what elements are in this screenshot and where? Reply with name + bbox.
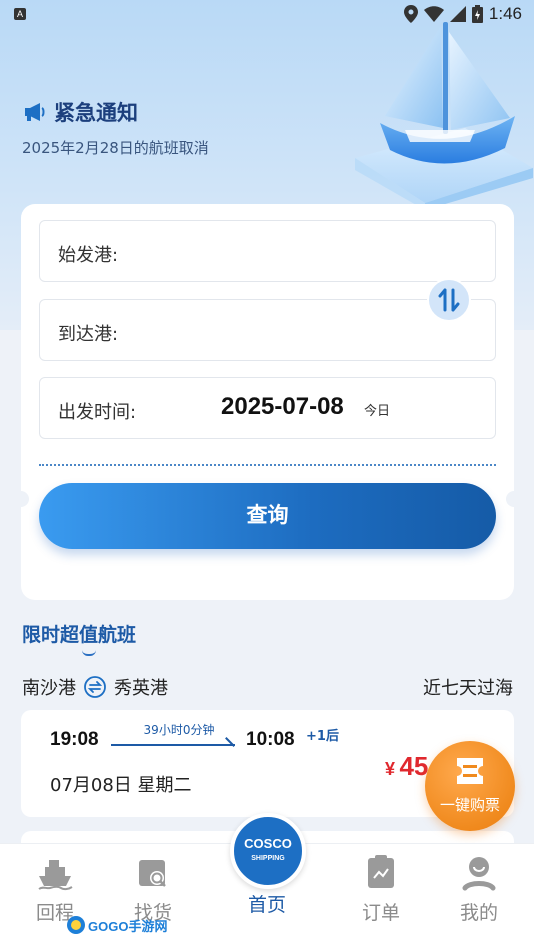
duration-line xyxy=(111,744,235,746)
ship-icon xyxy=(38,860,73,891)
search-card: 始发港: 到达港: 出发时间: 2025-07-08 今日 查询 xyxy=(13,204,522,600)
route-selector[interactable]: 南沙港 秀英港 xyxy=(22,674,168,700)
swap-ports-button[interactable] xyxy=(427,278,471,322)
departure-date-label: 出发时间: xyxy=(58,402,137,423)
departure-date-value: 2025-07-08 xyxy=(221,393,344,420)
nav-label-mine: 我的 xyxy=(459,902,498,924)
ticket-icon xyxy=(457,758,483,784)
card-notch-left xyxy=(13,491,29,507)
departure-date-field[interactable]: 出发时间: 2025-07-08 今日 xyxy=(39,377,496,439)
nav-label-home: 首页 xyxy=(247,894,286,916)
watermark-badge-icon xyxy=(67,916,85,934)
trip-price: ¥ 45 xyxy=(385,751,428,782)
swap-arrows-icon xyxy=(438,288,460,312)
arrival-time: 10:08 xyxy=(246,729,295,750)
price-currency: ¥ xyxy=(385,759,396,779)
cosco-logo-text: COSCO SHIPPING xyxy=(244,837,292,865)
period-link[interactable]: 近七天过海 xyxy=(423,674,513,700)
nav-item-orders[interactable]: 订单 xyxy=(336,852,426,925)
cosco-logo-line2: SHIPPING xyxy=(251,855,285,862)
nav-item-mine[interactable]: 我的 xyxy=(434,852,524,925)
price-value: 45 xyxy=(399,751,429,781)
destination-port-field[interactable]: 到达港: xyxy=(39,299,496,361)
destination-port-label: 到达港: xyxy=(58,324,119,345)
order-clipboard-icon xyxy=(368,855,394,888)
cosco-logo[interactable]: COSCO SHIPPING xyxy=(230,813,306,889)
card-notch-right xyxy=(506,491,522,507)
departure-time: 19:08 xyxy=(50,729,99,750)
dotted-divider xyxy=(39,464,496,466)
exchange-icon xyxy=(84,676,106,698)
watermark: GOGO手游网 xyxy=(66,915,167,935)
quick-buy-label: 一键购票 xyxy=(439,796,500,814)
megaphone-icon xyxy=(25,103,45,121)
trip-duration: 39小时0分钟 xyxy=(143,723,215,737)
next-day-tag: +1后 xyxy=(306,729,339,744)
urgent-notice[interactable]: 紧急通知 xyxy=(24,97,138,127)
notification-indicator: A xyxy=(14,8,26,20)
watermark-text: GOGO手游网 xyxy=(88,918,168,934)
section-title: 限时超值航班 xyxy=(22,624,137,646)
cargo-search-icon xyxy=(139,860,166,887)
section-title-indicator xyxy=(82,650,96,656)
today-tag: 今日 xyxy=(364,404,391,419)
sailboat-illustration xyxy=(355,22,533,210)
notice-title: 紧急通知 xyxy=(54,101,138,125)
route-to: 秀英港 xyxy=(114,678,168,699)
query-button[interactable]: 查询 xyxy=(39,483,496,549)
user-icon xyxy=(462,857,496,891)
origin-port-label: 始发港: xyxy=(58,245,119,266)
quick-buy-button[interactable]: 一键购票 xyxy=(425,741,515,831)
origin-port-field[interactable]: 始发港: xyxy=(39,220,496,282)
cosco-logo-line1: COSCO xyxy=(244,836,292,851)
trip-date: 07月08日 星期二 xyxy=(50,775,192,796)
notice-subtitle[interactable]: 2025年2月28日的航班取消 xyxy=(22,137,209,158)
route-from: 南沙港 xyxy=(22,678,76,699)
nav-label-orders: 订单 xyxy=(361,902,400,924)
